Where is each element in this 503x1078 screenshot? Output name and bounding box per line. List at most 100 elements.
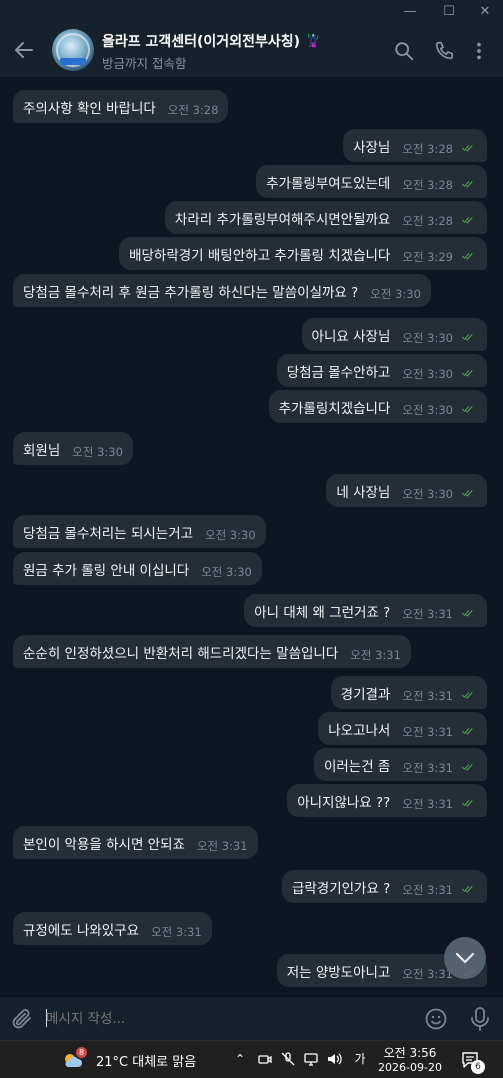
search-icon[interactable] (393, 40, 415, 62)
incoming-message[interactable]: 당첨금 몰수처리 후 원금 추가롤링 하신다는 말씀이실까요 ? 오전 3:30 (13, 274, 431, 307)
outgoing-message[interactable]: 추가롤링치겠습니다 오전 3:30 (268, 390, 487, 423)
ime-indicator[interactable]: 가 (352, 1051, 368, 1067)
message-time: 오전 3:30 (205, 527, 256, 542)
message-time: 오전 3:30 (201, 564, 252, 579)
message-time: 오전 3:31 (350, 647, 401, 662)
paperclip-icon[interactable] (10, 1007, 34, 1031)
volume-icon[interactable] (326, 1051, 342, 1067)
avatar[interactable] (52, 29, 94, 71)
incoming-message[interactable]: 당첨금 몰수처리는 되시는거고 오전 3:30 (13, 515, 266, 548)
message-time: 오전 3:29 (402, 249, 453, 264)
weather-text[interactable]: 21°C 대체로 맑음 (96, 1051, 196, 1070)
message-text: 규정에도 나와있구요 (23, 922, 140, 939)
message-time: 오전 3:31 (402, 724, 453, 739)
incoming-message[interactable]: 본인이 악용을 하시면 안되죠 오전 3:31 (13, 826, 258, 859)
message-time: 오전 3:31 (402, 882, 453, 897)
chevron-up-icon[interactable]: ⌃ (232, 1051, 248, 1067)
read-receipt-icon (462, 885, 473, 892)
message-time: 오전 3:31 (402, 760, 453, 775)
read-receipt-icon (462, 369, 473, 376)
mic-muted-icon[interactable] (280, 1051, 296, 1067)
outgoing-message[interactable]: 아니 대체 왜 그런거죠 ? 오전 3:31 (244, 594, 487, 627)
message-time: 오전 3:28 (402, 177, 453, 192)
read-receipt-icon (462, 727, 473, 734)
minimize-button[interactable]: — (399, 3, 421, 21)
close-button[interactable]: ✕ (474, 3, 496, 21)
message-text: 배당하락경기 배팅안하고 추가롤링 치겠습니다 (129, 247, 391, 264)
message-time: 오전 3:30 (72, 444, 123, 459)
read-receipt-icon (462, 763, 473, 770)
avatar-logo-tag (60, 58, 86, 65)
message-input[interactable] (46, 1008, 416, 1030)
message-time: 오전 3:31 (402, 688, 453, 703)
clock-time[interactable]: 오전 3:56 (383, 1044, 437, 1061)
message-text: 당첨금 몰수처리 후 원금 추가롤링 하신다는 말씀이실까요 ? (23, 284, 359, 301)
clock-date[interactable]: 2026-09-20 (374, 1061, 446, 1074)
outgoing-message[interactable]: 나오고나서 오전 3:31 (318, 712, 487, 745)
outgoing-message[interactable]: 네 사장님 오전 3:30 (326, 474, 487, 507)
outgoing-message[interactable]: 경기결과 오전 3:31 (330, 676, 487, 709)
message-text: 나오고나서 (328, 722, 391, 739)
phone-icon[interactable] (433, 40, 455, 62)
outgoing-message[interactable]: 아니지않나요 ?? 오전 3:31 (287, 784, 487, 817)
back-arrow-icon[interactable] (12, 38, 36, 62)
incoming-message[interactable]: 주의사항 확인 바랍니다 오전 3:28 (13, 90, 229, 123)
outgoing-message[interactable]: 이러는건 좀 오전 3:31 (313, 748, 487, 781)
message-text: 네 사장님 (336, 484, 391, 501)
message-text: 경기결과 (340, 686, 391, 703)
more-options-icon[interactable] (468, 40, 490, 62)
message-time: 오전 3:28 (167, 102, 219, 117)
camera-usage-icon[interactable] (257, 1051, 273, 1067)
message-time: 오전 3:31 (151, 924, 202, 939)
message-time: 오전 3:28 (402, 213, 453, 228)
message-time: 오전 3:30 (402, 330, 453, 345)
outgoing-message[interactable]: 급락경기인가요 ? 오전 3:31 (281, 870, 487, 903)
message-list[interactable]: 주의사항 확인 바랍니다 오전 3:28 사장님 오전 3:28 추가롤링부여도있는데 오… (0, 78, 503, 996)
message-time: 오전 3:31 (402, 796, 453, 811)
message-text: 추가롤링부여도있는데 (266, 175, 391, 192)
message-time: 오전 3:30 (402, 366, 453, 381)
incoming-message[interactable]: 회원님 오전 3:30 (13, 432, 133, 465)
scroll-down-button[interactable] (444, 937, 486, 979)
read-receipt-icon (462, 333, 473, 340)
read-receipt-icon (462, 405, 473, 412)
microphone-icon[interactable] (469, 1006, 491, 1032)
message-text: 차라리 추가롤링부여해주시면안될까요 (174, 211, 391, 228)
incoming-message[interactable]: 규정에도 나와있구요 오전 3:31 (13, 912, 212, 945)
outgoing-message[interactable]: 차라리 추가롤링부여해주시면안될까요 오전 3:28 (164, 201, 487, 234)
message-time: 오전 3:30 (402, 486, 453, 501)
read-receipt-icon (462, 489, 473, 496)
message-time: 오전 3:31 (402, 606, 453, 621)
message-time: 오전 3:31 (196, 838, 248, 853)
message-text: 사장님 (353, 139, 391, 156)
message-composer (0, 996, 503, 1040)
message-text: 아니지않나요 ?? (297, 794, 391, 811)
message-text: 원금 추가 롤링 안내 이십니다 (23, 562, 190, 579)
notification-count: 6 (471, 1060, 485, 1074)
read-receipt-icon (462, 252, 473, 259)
read-receipt-icon (462, 216, 473, 223)
message-text: 저는 양방도아니고 (286, 964, 391, 981)
maximize-button[interactable]: ☐ (438, 3, 460, 21)
message-time: 오전 3:28 (402, 141, 453, 156)
outgoing-message[interactable]: 아니요 사장님 오전 3:30 (301, 318, 487, 351)
outgoing-message[interactable]: 당첨금 몰수안하고 오전 3:30 (276, 354, 487, 387)
windows-taskbar: 8 21°C 대체로 맑음 ⌃ 가 오전 3:56 2026-09-20 6 (0, 1040, 503, 1078)
chat-title[interactable]: 올라프 고객센터(이거외전부사칭) 🦹 (102, 31, 322, 51)
message-time: 오전 3:30 (370, 286, 421, 301)
message-text: 아니요 사장님 (311, 328, 391, 345)
outgoing-message[interactable]: 추가롤링부여도있는데 오전 3:28 (256, 165, 487, 198)
emoji-icon[interactable] (424, 1007, 448, 1031)
network-icon[interactable] (303, 1051, 319, 1067)
incoming-message[interactable]: 원금 추가 롤링 안내 이십니다 오전 3:30 (13, 552, 262, 585)
message-text: 아니 대체 왜 그런거죠 ? (254, 604, 391, 621)
outgoing-message[interactable]: 사장님 오전 3:28 (343, 129, 487, 162)
outgoing-message[interactable]: 배당하락경기 배팅안하고 추가롤링 치겠습니다 오전 3:29 (119, 237, 487, 270)
message-text: 본인이 악용을 하시면 안되죠 (23, 836, 185, 853)
message-text: 당첨금 몰수안하고 (286, 364, 391, 381)
text-cursor (46, 1009, 47, 1027)
incoming-message[interactable]: 순순히 인정하셨으니 반환처리 해드리겠다는 말씀입니다 오전 3:31 (13, 635, 411, 668)
last-seen-status: 방금까지 접속함 (102, 56, 187, 71)
message-time: 오전 3:30 (402, 402, 453, 417)
window-titlebar: — ☐ ✕ (0, 0, 503, 24)
